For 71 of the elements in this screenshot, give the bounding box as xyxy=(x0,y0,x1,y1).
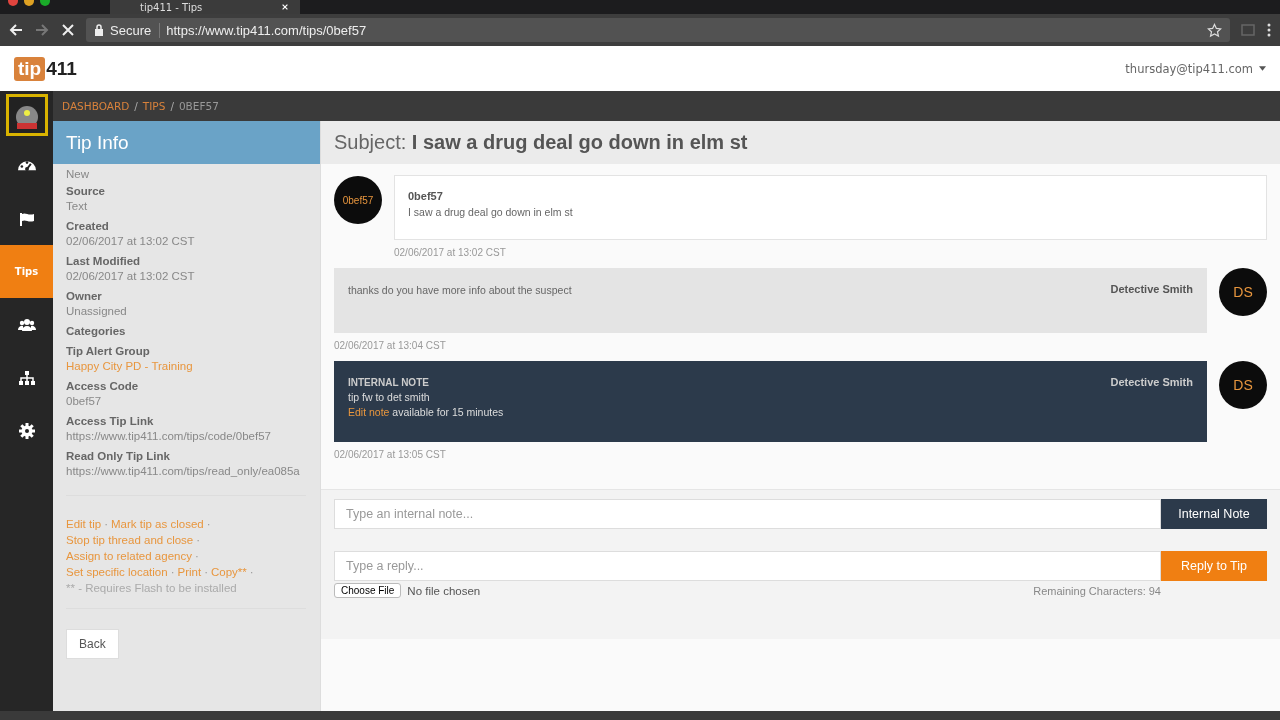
separator-dot: · xyxy=(194,549,199,564)
author-name: 0bef57 xyxy=(408,190,444,202)
field-value: 02/06/2017 at 13:02 CST xyxy=(66,234,196,249)
menu-icon[interactable] xyxy=(1266,22,1272,38)
subject-heading: Subject: I saw a drug deal go down in elm st xyxy=(334,131,748,154)
internal-note-button[interactable]: Internal Note xyxy=(1161,499,1267,529)
remaining-characters: Remaining Characters: 94 xyxy=(1033,584,1161,597)
edit-note-text: Edit note available for 15 minutes xyxy=(348,405,504,420)
user-menu[interactable]: thursday@tip411.com xyxy=(1125,61,1266,76)
settings-icon xyxy=(17,421,36,440)
browser-tab[interactable]: tip411 - Tips xyxy=(110,0,300,14)
file-status: No file chosen xyxy=(407,584,482,597)
breadcrumb-link[interactable]: DASHBOARD xyxy=(62,100,130,112)
avatar: DS xyxy=(1219,268,1267,316)
field-label: Owner xyxy=(66,289,103,304)
lock-icon xyxy=(94,24,104,36)
field-label: Read Only Tip Link xyxy=(66,449,171,464)
back-icon[interactable] xyxy=(8,22,24,38)
separator-dot: · xyxy=(204,565,208,580)
note-heading: INTERNAL NOTE xyxy=(348,376,430,390)
field-value: 0bef57 xyxy=(66,394,103,409)
separator-dot: · xyxy=(249,565,254,580)
back-button[interactable]: Back xyxy=(66,629,119,659)
field-label: Created xyxy=(66,219,110,234)
secure-label: Secure xyxy=(110,22,161,38)
avatar: 0bef57 xyxy=(334,176,382,224)
field-value: 02/06/2017 at 13:02 CST xyxy=(66,269,196,284)
field-label: Tip Alert Group xyxy=(66,344,151,359)
author-name: Detective Smith xyxy=(1110,376,1193,390)
timestamp: 02/06/2017 at 13:05 CST xyxy=(334,448,447,462)
message-text: tip fw to det smith xyxy=(348,390,431,405)
separator-dot: · xyxy=(104,517,108,532)
text-field[interactable]: Type a reply... xyxy=(334,551,1161,581)
field-label: Categories xyxy=(66,324,127,339)
message-text: I saw a drug deal go down in elm st xyxy=(408,205,574,220)
separator-dot: · xyxy=(170,565,175,580)
text-field[interactable]: Type an internal note... xyxy=(334,499,1161,529)
field-value: Text xyxy=(66,199,89,214)
forward-icon[interactable] xyxy=(34,22,50,38)
choose-file-button[interactable]: Choose File xyxy=(334,583,402,598)
breadcrumb-separator: / xyxy=(170,100,174,112)
author-name: Detective Smith xyxy=(1110,283,1193,297)
timestamp: 02/06/2017 at 13:04 CST xyxy=(334,339,447,353)
edit-note-link[interactable]: Edit note xyxy=(348,406,390,418)
separator-dot: · xyxy=(196,533,201,548)
nav-tab[interactable]: Tips xyxy=(0,245,53,298)
field-value: Unassigned xyxy=(66,304,128,319)
reply-button[interactable]: Reply to Tip xyxy=(1161,551,1267,581)
stop-icon[interactable] xyxy=(60,22,76,38)
field-label: Access Tip Link xyxy=(66,414,155,429)
panel-title: Tip Info xyxy=(66,131,129,154)
status-text: New xyxy=(66,168,90,180)
field-value: https://www.tip411.com/tips/read_only/ea085a xyxy=(66,464,301,479)
close-icon[interactable] xyxy=(280,3,290,11)
url-text: https://www.tip411.com/tips/0bef57 xyxy=(166,22,368,38)
avatar: DS xyxy=(1219,361,1267,409)
breadcrumb-link[interactable]: TIPS xyxy=(142,100,166,112)
field-value: https://www.tip411.com/tips/code/0bef57 xyxy=(66,429,272,444)
field-label: Access Code xyxy=(66,379,140,394)
separator-dot: · xyxy=(206,517,211,532)
timestamp: 02/06/2017 at 13:02 CST xyxy=(393,246,507,260)
field-label: Last Modified xyxy=(66,254,142,269)
breadcrumb-current: 0BEF57 xyxy=(178,100,219,112)
caret-icon xyxy=(1259,66,1266,71)
message-text: thanks do you have more info about the suspect xyxy=(348,283,572,298)
dashboard-icon xyxy=(17,160,36,171)
field-label: Source xyxy=(66,184,106,199)
sitemap-icon xyxy=(17,368,36,387)
breadcrumb-separator: / xyxy=(134,100,138,112)
star-icon[interactable] xyxy=(1207,22,1222,38)
address-bar[interactable]: Secure https://www.tip411.com/tips/0bef57 xyxy=(86,18,1230,42)
